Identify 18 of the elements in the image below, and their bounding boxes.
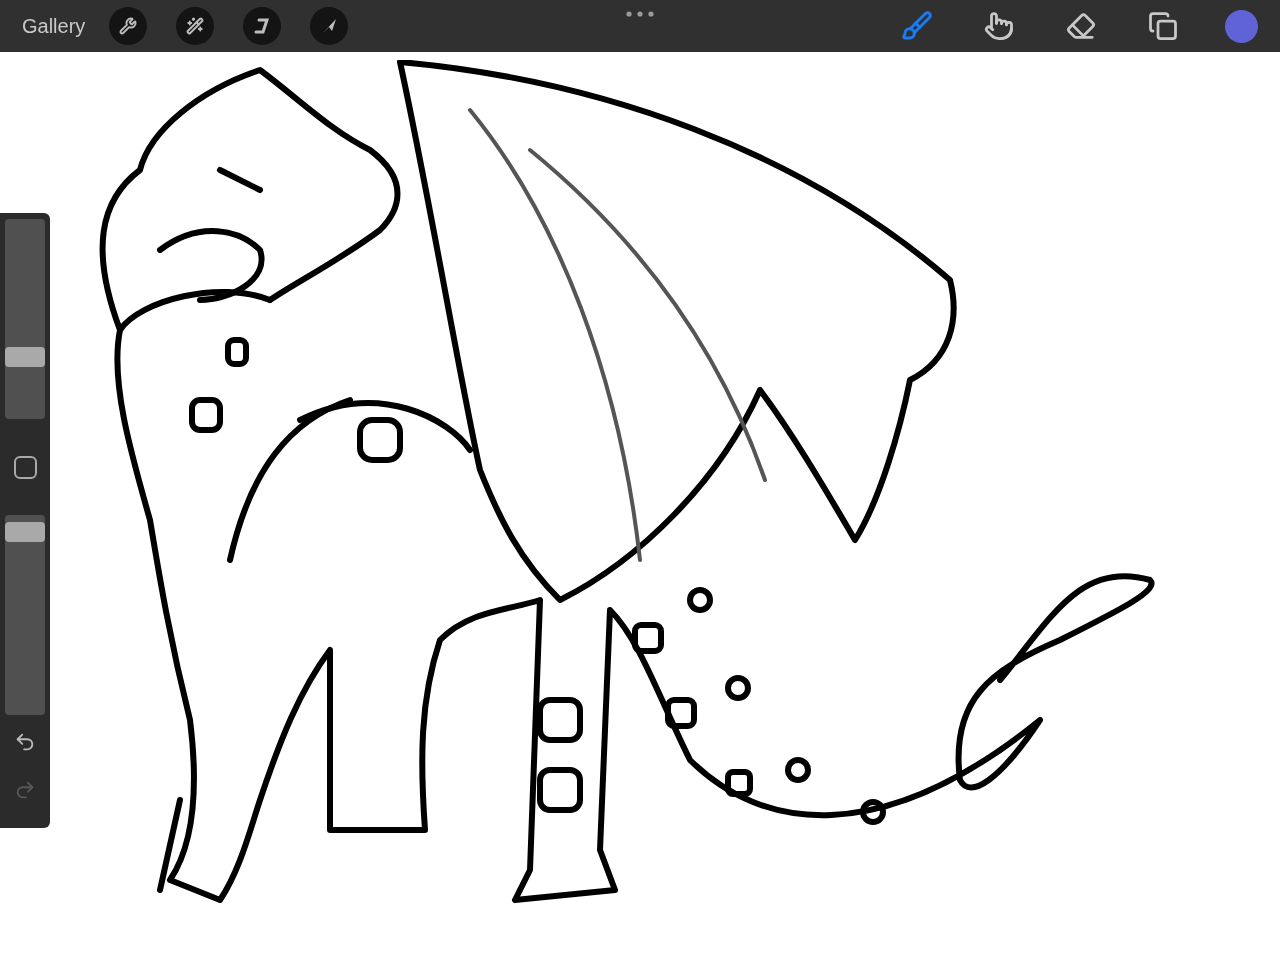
color-swatch[interactable] (1225, 9, 1258, 43)
actions-button[interactable] (109, 7, 148, 45)
magic-wand-icon (186, 17, 205, 35)
opacity-slider[interactable] (5, 515, 45, 715)
layers-icon (1148, 11, 1178, 41)
brush-size-slider[interactable] (5, 219, 45, 419)
eraser-icon (1066, 11, 1096, 41)
brush-icon (901, 10, 933, 42)
wrench-icon (119, 17, 138, 35)
selection-icon (254, 17, 271, 35)
selection-button[interactable] (243, 7, 282, 45)
slider-thumb[interactable] (5, 522, 45, 543)
more-icon[interactable] (626, 11, 654, 17)
finger-icon (984, 11, 1014, 41)
undo-button[interactable] (14, 731, 36, 753)
adjustments-button[interactable] (176, 7, 215, 45)
gallery-link[interactable]: Gallery (22, 11, 86, 41)
slider-thumb[interactable] (5, 346, 45, 367)
